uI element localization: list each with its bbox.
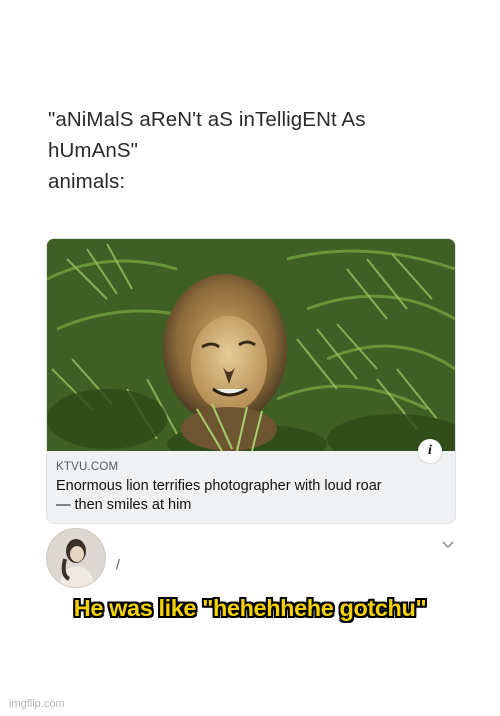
link-headline-line-1: Enormous lion terrifies photographer wit… — [56, 478, 382, 494]
post-text-line-1: "aNiMalS aReN't aS inTelligENt As — [48, 108, 366, 131]
link-headline-line-2: — then smiles at him — [56, 497, 192, 513]
link-headline: Enormous lion terrifies photographer wit… — [56, 477, 446, 515]
avatar[interactable] — [46, 528, 106, 588]
post-text: "aNiMalS aReN't aS inTelligENt As hUmAnS… — [48, 104, 478, 197]
chevron-down-icon[interactable] — [441, 540, 455, 550]
avatar-photo — [47, 529, 105, 587]
post-text-line-3: animals: — [48, 170, 126, 193]
comment-mark: / — [116, 556, 120, 572]
link-preview-card[interactable]: i KTVU.COM Enormous lion terrifies photo… — [46, 238, 456, 524]
watermark: imgflip.com — [9, 698, 65, 710]
info-icon[interactable]: i — [418, 439, 442, 463]
link-meta: KTVU.COM Enormous lion terrifies photogr… — [56, 461, 446, 515]
meme-caption: He was like "hehehhehe gotchu" — [73, 595, 427, 621]
link-domain: KTVU.COM — [56, 461, 119, 473]
lion-photo — [47, 239, 455, 451]
lion-illustration — [47, 239, 455, 451]
post-text-line-2: hUmAnS" — [48, 139, 139, 162]
